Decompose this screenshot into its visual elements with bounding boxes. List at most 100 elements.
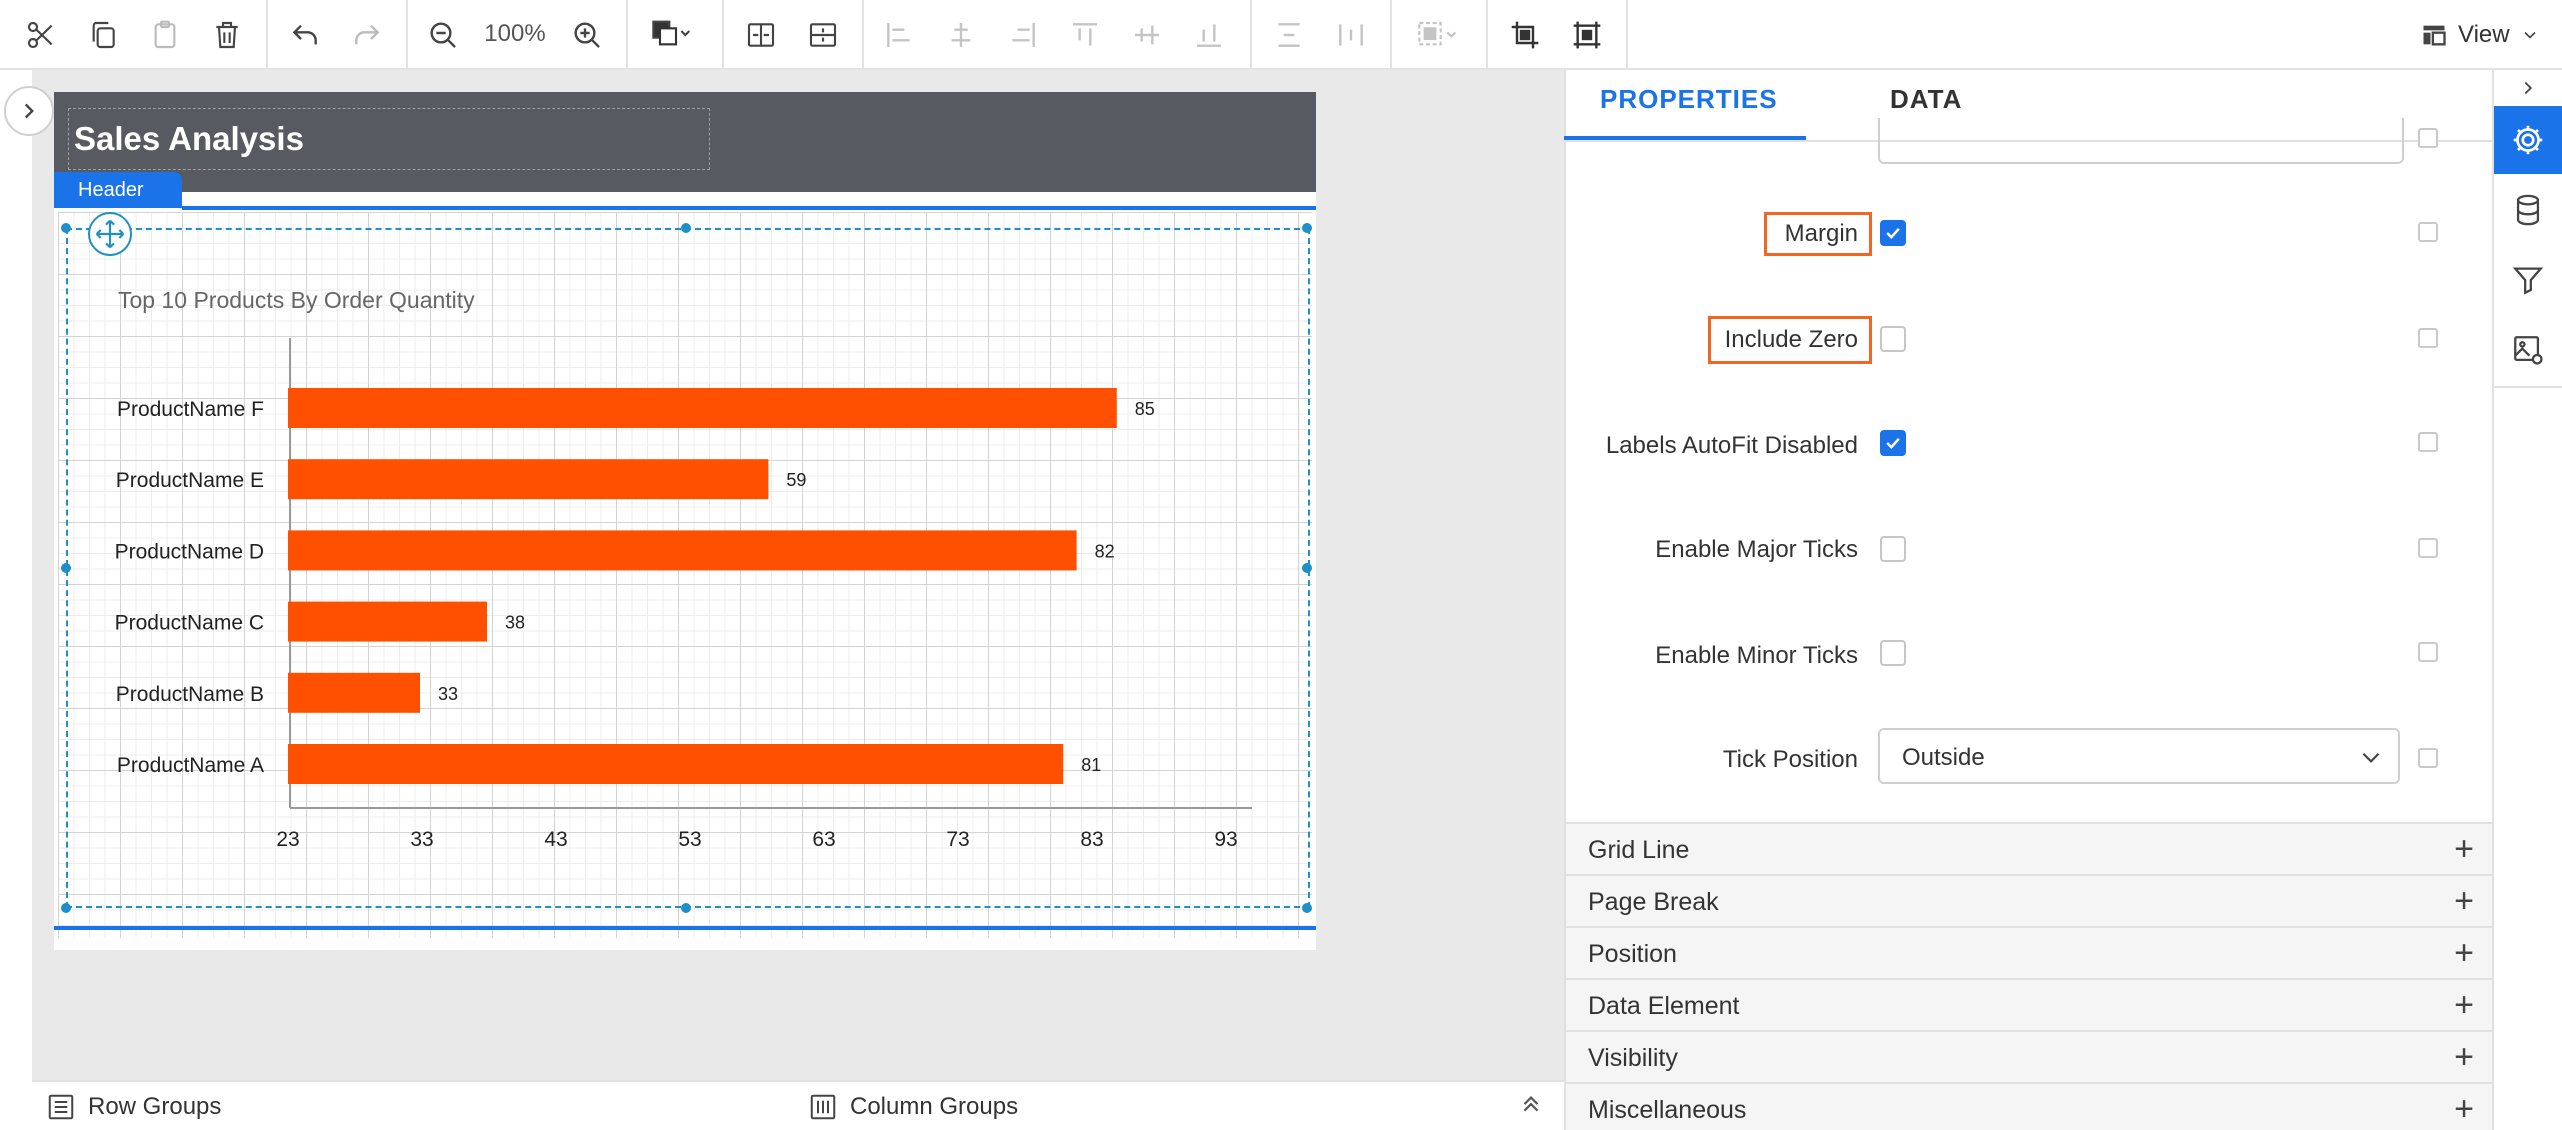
property-reset-checkbox[interactable] xyxy=(2418,538,2438,558)
move-icon xyxy=(95,219,125,249)
plus-icon: + xyxy=(2454,830,2474,868)
properties-rail-button[interactable] xyxy=(2494,106,2562,174)
chevron-right-icon xyxy=(2524,81,2533,95)
section-title: Position xyxy=(1588,940,1677,968)
align-left-button[interactable] xyxy=(876,12,922,58)
filter-rail-button[interactable] xyxy=(2494,246,2562,314)
align-center-button[interactable] xyxy=(938,12,984,58)
plus-icon: + xyxy=(2454,986,2474,1024)
insert-row-button[interactable] xyxy=(738,12,784,58)
cut-button[interactable] xyxy=(18,12,64,58)
bar xyxy=(288,388,1117,428)
zoom-in-icon xyxy=(574,22,600,48)
database-icon xyxy=(2516,194,2540,226)
data-label: 82 xyxy=(1095,541,1115,561)
section-position[interactable]: Position + xyxy=(1566,926,2492,978)
toolbar-separator xyxy=(1390,0,1392,68)
expand-left-panel-button[interactable] xyxy=(4,86,54,136)
plus-icon: + xyxy=(2454,1038,2474,1076)
property-row-major-ticks: Enable Major Ticks xyxy=(1566,532,1858,572)
collapse-groups-button[interactable] xyxy=(1518,1090,1544,1116)
toolbar-separator xyxy=(1626,0,1628,68)
plus-icon: + xyxy=(2454,934,2474,972)
collapse-panel-button[interactable] xyxy=(2494,70,2562,106)
groups-bar: Row Groups Column Groups xyxy=(32,1080,1564,1130)
align-right-button[interactable] xyxy=(1000,12,1046,58)
section-data-element[interactable]: Data Element + xyxy=(1566,978,2492,1030)
bar xyxy=(288,744,1064,784)
property-reset-checkbox[interactable] xyxy=(2418,328,2438,348)
delete-button[interactable] xyxy=(204,12,250,58)
section-title: Data Element xyxy=(1588,992,1740,1020)
view-menu-button[interactable]: View xyxy=(2420,14,2540,56)
row-groups-label: Row Groups xyxy=(88,1093,222,1120)
align-bottom-icon xyxy=(1197,24,1221,47)
check-icon xyxy=(1886,227,1900,239)
major-ticks-checkbox[interactable] xyxy=(1880,536,1906,562)
distribute-vertical-button[interactable] xyxy=(1266,12,1312,58)
align-middle-button[interactable] xyxy=(1124,12,1170,58)
x-tick-label: 53 xyxy=(678,828,701,851)
rail-divider xyxy=(2494,386,2562,388)
margin-checkbox[interactable] xyxy=(1880,220,1906,246)
toolbar: 100% View xyxy=(0,0,2562,70)
property-reset-checkbox[interactable] xyxy=(2418,642,2438,662)
insert-column-button[interactable] xyxy=(800,12,846,58)
undo-button[interactable] xyxy=(282,12,328,58)
distribute-vertical-icon xyxy=(1278,23,1300,47)
tick-position-select[interactable]: Outside xyxy=(1878,728,2400,784)
tab-properties[interactable]: PROPERTIES xyxy=(1600,84,1778,115)
copy-button[interactable] xyxy=(80,12,126,58)
labels-autofit-checkbox[interactable] xyxy=(1880,430,1906,456)
check-icon xyxy=(1886,437,1900,449)
distribute-horizontal-button[interactable] xyxy=(1328,12,1374,58)
body-boundary-line xyxy=(54,926,1316,930)
toolbar-separator xyxy=(266,0,268,68)
data-rail-button[interactable] xyxy=(2494,176,2562,244)
chart-title: Top 10 Products By Order Quantity xyxy=(118,287,475,313)
paste-button[interactable] xyxy=(142,12,188,58)
property-reset-checkbox[interactable] xyxy=(2418,748,2438,768)
align-top-button[interactable] xyxy=(1062,12,1108,58)
zoom-in-button[interactable] xyxy=(564,12,610,58)
chevron-down-icon xyxy=(2524,31,2536,39)
fit-to-page-button[interactable] xyxy=(1502,12,1548,58)
clipboard-icon xyxy=(154,20,176,49)
column-groups-label: Column Groups xyxy=(850,1093,1019,1120)
header-tab[interactable]: Header xyxy=(54,172,182,208)
section-page-break[interactable]: Page Break + xyxy=(1566,874,2492,926)
toolbar-separator xyxy=(406,0,408,68)
bar-chart[interactable]: Top 10 Products By Order Quantity Produc… xyxy=(66,228,1310,908)
property-reset-checkbox[interactable] xyxy=(2418,128,2438,148)
property-reset-checkbox[interactable] xyxy=(2418,432,2438,452)
property-label: Tick Position xyxy=(1722,746,1858,773)
row-groups-toggle[interactable]: Row Groups xyxy=(46,1092,221,1122)
image-settings-rail-button[interactable] xyxy=(2494,316,2562,384)
image-settings-icon xyxy=(2514,336,2543,365)
include-zero-checkbox[interactable] xyxy=(1880,326,1906,352)
category-label: ProductName C xyxy=(115,612,264,635)
tab-data[interactable]: DATA xyxy=(1890,84,1962,115)
section-miscellaneous[interactable]: Miscellaneous + xyxy=(1566,1082,2492,1130)
property-reset-checkbox[interactable] xyxy=(2418,222,2438,242)
fit-to-width-button[interactable] xyxy=(1564,12,1610,58)
bar xyxy=(288,672,420,713)
property-input[interactable] xyxy=(1878,118,2404,164)
list-icon xyxy=(48,1094,74,1120)
align-bottom-button[interactable] xyxy=(1186,12,1232,58)
fill-color-dropdown[interactable] xyxy=(640,12,704,58)
group-dropdown[interactable] xyxy=(1408,12,1468,58)
column-groups-toggle[interactable]: Column Groups xyxy=(808,1092,1018,1122)
zoom-out-button[interactable] xyxy=(420,12,466,58)
plus-icon: + xyxy=(2454,1090,2474,1128)
minor-ticks-checkbox[interactable] xyxy=(1880,640,1906,666)
redo-button[interactable] xyxy=(344,12,390,58)
x-tick-label: 33 xyxy=(410,828,433,851)
section-visibility[interactable]: Visibility + xyxy=(1566,1030,2492,1082)
toolbar-separator xyxy=(862,0,864,68)
move-handle[interactable] xyxy=(88,212,132,256)
data-label: 81 xyxy=(1081,755,1101,775)
property-row-labels-autofit: Labels AutoFit Disabled xyxy=(1566,428,1858,468)
view-label: View xyxy=(2458,21,2510,48)
section-grid-line[interactable]: Grid Line + xyxy=(1566,822,2492,874)
